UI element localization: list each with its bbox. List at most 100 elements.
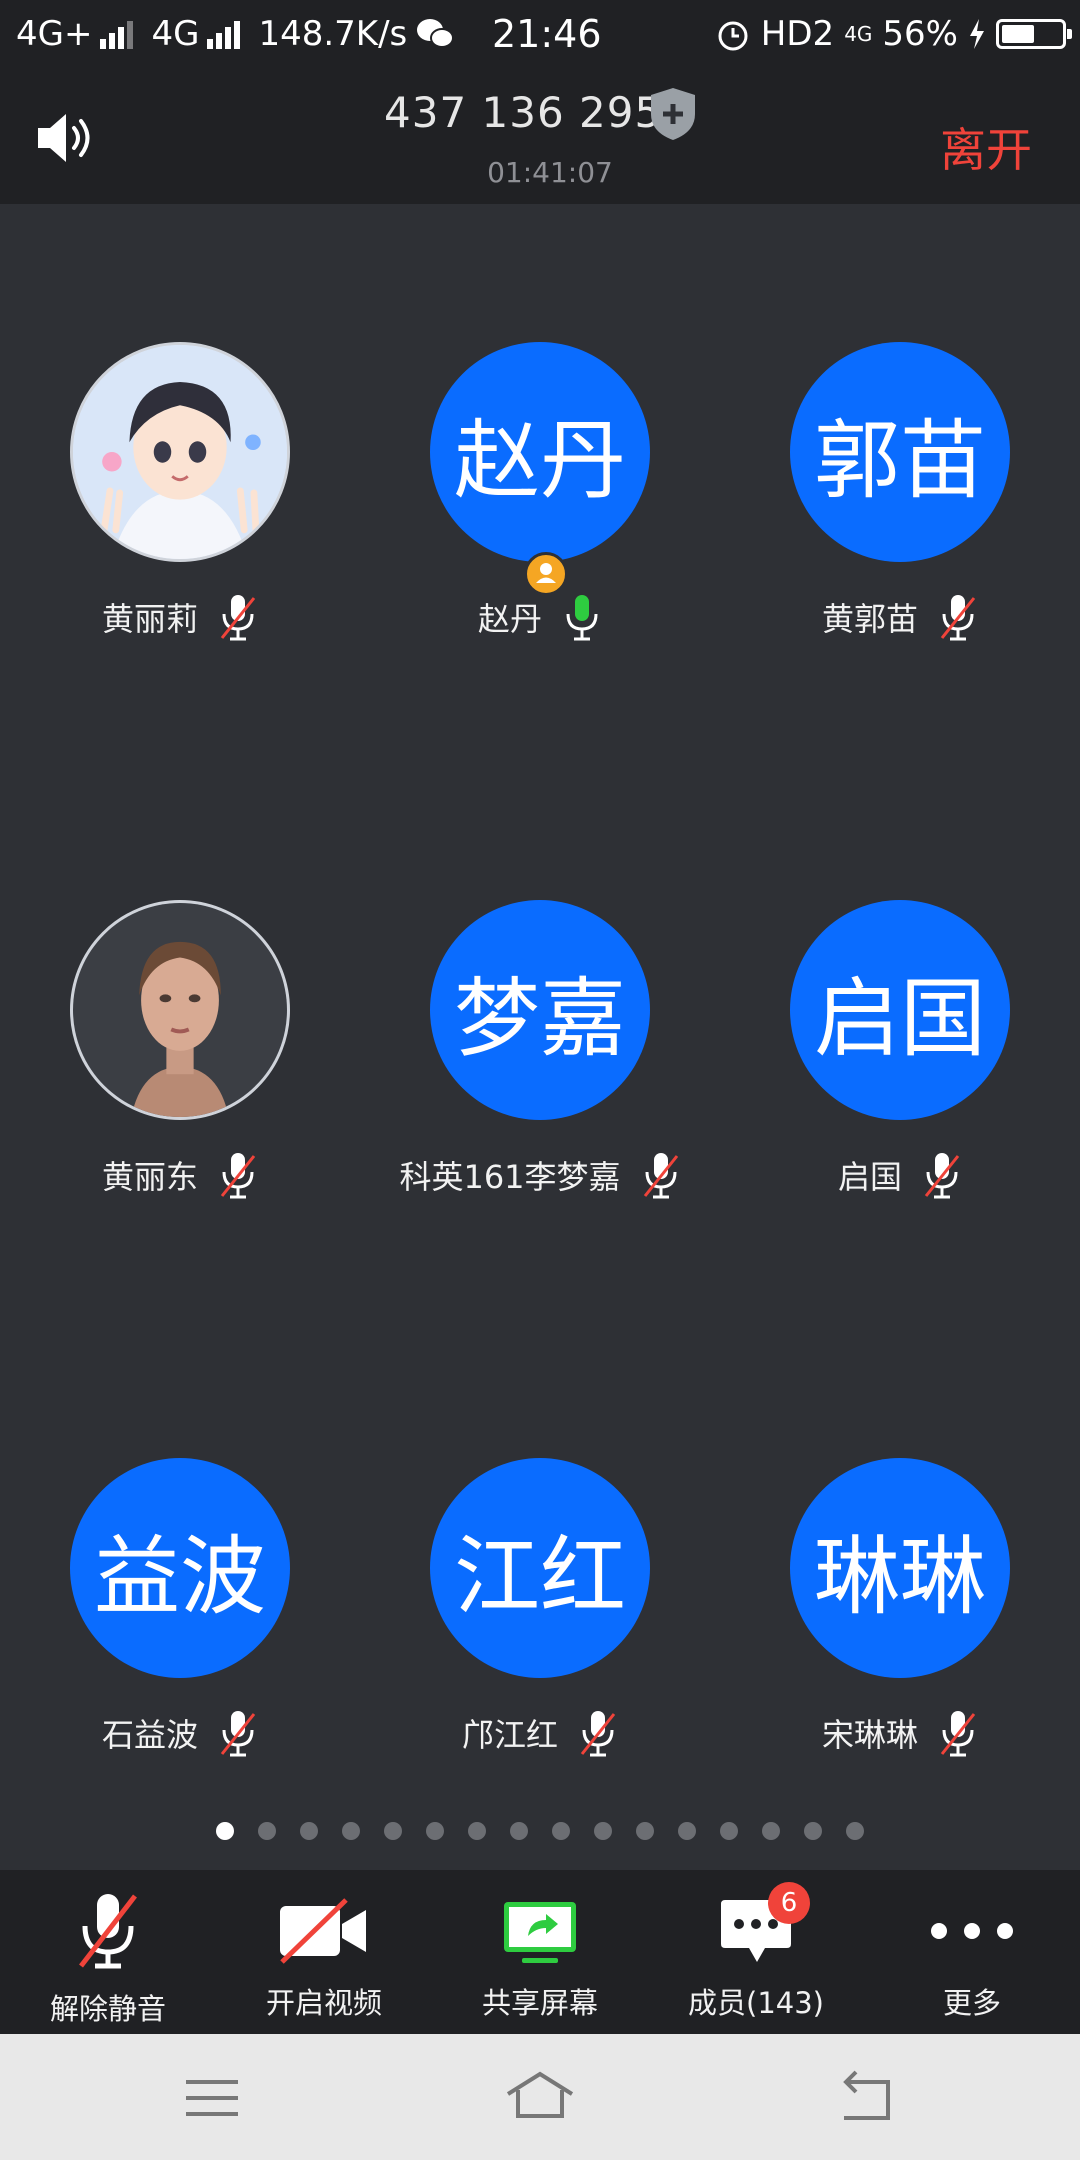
avatar: 琳琳 (790, 1458, 1010, 1678)
start-video-label: 开启视频 (265, 1986, 382, 2020)
avatar: 江红 (430, 1458, 650, 1678)
avatar: 梦嘉 (430, 900, 650, 1120)
participant-tile[interactable]: 益波 石益波 (0, 1458, 360, 1758)
meeting-header: 437 136 295 01:41:07 离开 (0, 72, 1080, 204)
page-dot[interactable] (720, 1822, 738, 1840)
avatar (70, 900, 290, 1120)
share-screen-button[interactable]: 共享屏幕 (432, 1870, 648, 2034)
avatar: 益波 (70, 1458, 290, 1678)
page-dot[interactable] (510, 1822, 528, 1840)
mic-muted-icon (643, 1153, 678, 1199)
page-dot[interactable] (468, 1822, 486, 1840)
system-nav-bar (0, 2034, 1080, 2160)
participant-tile[interactable]: 琳琳 宋琳琳 (720, 1458, 1080, 1758)
page-dot[interactable] (804, 1822, 822, 1840)
mic-muted-icon (220, 595, 256, 641)
cartoon-avatar-image (73, 345, 287, 559)
battery-icon (996, 19, 1072, 49)
page-dot[interactable] (300, 1822, 318, 1840)
signal-icon-2 (207, 19, 241, 49)
participant-name: 黄丽东 (101, 1158, 198, 1196)
page-indicator[interactable] (0, 1822, 1080, 1840)
avatar: 启国 (790, 900, 1010, 1120)
avatar (70, 342, 290, 562)
security-shield-icon[interactable] (648, 86, 698, 142)
participant-name-row: 科英161李梦嘉 (360, 1150, 720, 1200)
participant-tile[interactable]: 郭苗 黄郭苗 (720, 342, 1080, 642)
participant-name-row: 黄郭苗 (720, 592, 1080, 642)
wechat-icon (417, 19, 455, 48)
participant-name-row: 赵丹 (360, 592, 720, 642)
page-dot[interactable] (846, 1822, 864, 1840)
participant-name: 科英161李梦嘉 (399, 1158, 621, 1196)
alarm-icon (718, 21, 748, 51)
participant-name-row: 石益波 (0, 1708, 360, 1758)
mic-muted-icon (940, 595, 976, 641)
avatar: 赵丹 (430, 342, 650, 562)
network-type-2: 4G (151, 14, 200, 54)
page-dot[interactable] (426, 1822, 444, 1840)
status-right: HD2 4G 56% (715, 14, 1072, 54)
bottom-toolbar: 解除静音 开启视频 共享屏幕 6 成员(143) 更多 (0, 1870, 1080, 2034)
network-type-1: 4G+ (16, 14, 93, 54)
share-screen-icon (504, 1902, 576, 1963)
status-left: 4G+ 4G 148.7K/s (16, 14, 455, 54)
mic-active-icon (566, 595, 598, 641)
hd-indicator: HD2 (760, 14, 835, 54)
unread-badge: 6 (768, 1882, 810, 1924)
page-dot[interactable] (342, 1822, 360, 1840)
home-icon[interactable] (500, 2068, 580, 2128)
page-dot-active[interactable] (216, 1822, 234, 1840)
participant-tile[interactable]: 江红 邝江红 (360, 1458, 720, 1758)
clock: 21:46 (492, 12, 602, 56)
portrait-avatar-image (73, 903, 287, 1117)
menu-icon[interactable] (172, 2068, 252, 2128)
unmute-label: 解除静音 (49, 1992, 166, 2026)
page-dot[interactable] (258, 1822, 276, 1840)
participant-name-row: 黄丽东 (0, 1150, 360, 1200)
charging-icon (970, 19, 984, 49)
members-label: 成员(143) (688, 1986, 824, 2020)
participant-name-row: 启国 (720, 1150, 1080, 1200)
back-icon[interactable] (828, 2068, 908, 2128)
net-speed: 148.7K/s (258, 14, 408, 54)
mic-muted-icon (220, 1153, 256, 1199)
page-dot[interactable] (552, 1822, 570, 1840)
page-dot[interactable] (594, 1822, 612, 1840)
unmute-button[interactable]: 解除静音 (0, 1870, 216, 2034)
page-dot[interactable] (678, 1822, 696, 1840)
participant-name-row: 宋琳琳 (720, 1708, 1080, 1758)
participant-tile[interactable]: 黄丽莉 (0, 342, 360, 642)
participant-name: 宋琳琳 (821, 1716, 918, 1754)
start-video-button[interactable]: 开启视频 (216, 1870, 432, 2034)
battery-percent: 56% (882, 14, 958, 54)
page-dot[interactable] (384, 1822, 402, 1840)
share-screen-label: 共享屏幕 (481, 1986, 598, 2020)
mic-muted-icon (580, 1711, 616, 1757)
mic-muted-icon (924, 1153, 960, 1199)
more-dots-icon (931, 1923, 1013, 1939)
participant-name: 石益波 (101, 1716, 198, 1754)
participant-name-row: 邝江红 (360, 1708, 720, 1758)
mic-muted-icon (79, 1894, 137, 1969)
more-button[interactable]: 更多 (864, 1870, 1080, 2034)
network-type-3: 4G (844, 22, 873, 46)
page-dot[interactable] (636, 1822, 654, 1840)
participant-tile[interactable]: 黄丽东 (0, 900, 360, 1200)
mic-muted-icon (940, 1711, 976, 1757)
participant-name: 邝江红 (461, 1716, 558, 1754)
video-off-icon (280, 1898, 366, 1964)
meeting-id[interactable]: 437 136 295 (384, 88, 662, 137)
host-badge-icon (524, 552, 568, 596)
participant-tile[interactable]: 赵丹 赵丹 (360, 342, 720, 642)
participant-name: 启国 (837, 1158, 902, 1196)
participant-tile[interactable]: 梦嘉 科英161李梦嘉 (360, 900, 720, 1200)
participant-name-row: 黄丽莉 (0, 592, 360, 642)
participant-tile[interactable]: 启国 启国 (720, 900, 1080, 1200)
members-button[interactable]: 6 成员(143) (648, 1870, 864, 2034)
page-dot[interactable] (762, 1822, 780, 1840)
leave-button[interactable]: 离开 (940, 114, 1032, 180)
signal-icon (100, 19, 134, 49)
status-bar: 4G+ 4G 148.7K/s 21:46 HD2 4G 56% (0, 0, 1080, 72)
meeting-timer: 01:41:07 (487, 156, 613, 189)
